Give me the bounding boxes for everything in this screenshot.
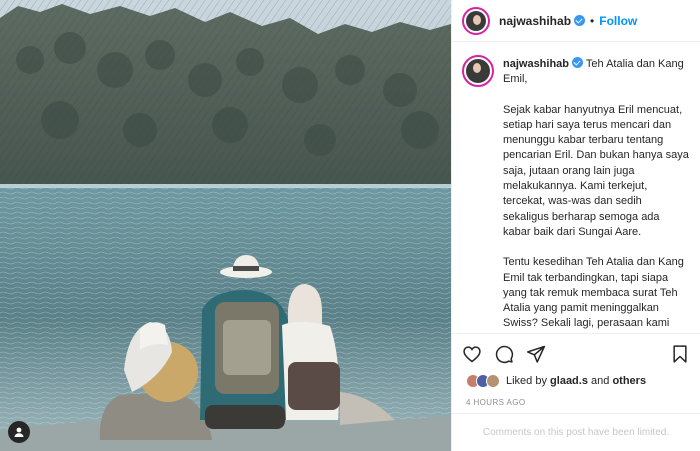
follow-button[interactable]: Follow: [599, 14, 637, 28]
user-tag-icon: [14, 427, 24, 437]
heart-icon: [463, 345, 481, 362]
post-image[interactable]: [0, 0, 451, 451]
caption-username[interactable]: najwashihab: [503, 58, 569, 70]
likes-summary: Liked by glaad.s and others: [466, 374, 646, 388]
comment-icon: [495, 345, 514, 363]
caption-text: najwashihab Teh Atalia dan Kang Emil, Se…: [503, 55, 690, 333]
comments-limited-notice: Comments on this post have been limited.: [452, 413, 700, 451]
post-side-panel: najwashihab • Follow najwashihab Teh Ata…: [451, 0, 700, 451]
save-button[interactable]: [670, 344, 690, 364]
likes-username-link[interactable]: glaad.s: [550, 375, 588, 387]
caption-section: najwashihab Teh Atalia dan Kang Emil, Se…: [452, 43, 700, 333]
author-username[interactable]: najwashihab: [499, 14, 571, 28]
share-button[interactable]: [526, 344, 546, 364]
verified-badge-icon: [572, 57, 584, 68]
author-avatar[interactable]: [462, 6, 490, 35]
post-photo-illustration: [0, 0, 451, 451]
post-header: najwashihab • Follow: [452, 0, 700, 42]
bookmark-icon: [673, 344, 687, 363]
comment-button[interactable]: [494, 344, 514, 364]
likes-others-link[interactable]: others: [612, 375, 646, 387]
likes-and: and: [591, 375, 610, 387]
caption-paragraph: Sejak kabar hanyutnya Eril mencuat, seti…: [503, 103, 689, 238]
caption-paragraph: Tentu kesedihan Teh Atalia dan Kang Emil…: [503, 256, 684, 333]
caption-author-avatar[interactable]: [462, 55, 494, 87]
verified-badge-icon: [574, 15, 586, 26]
post-timestamp[interactable]: 4 HOURS AGO: [466, 398, 526, 407]
likes-prefix: Liked by: [506, 375, 547, 387]
separator-dot: •: [590, 13, 595, 28]
likes-text: Liked by glaad.s and others: [506, 375, 646, 387]
action-bar: [452, 333, 700, 373]
share-icon: [526, 345, 546, 363]
tagged-users-button[interactable]: [8, 421, 30, 443]
liker-avatar[interactable]: [486, 374, 500, 388]
like-button[interactable]: [462, 344, 482, 364]
